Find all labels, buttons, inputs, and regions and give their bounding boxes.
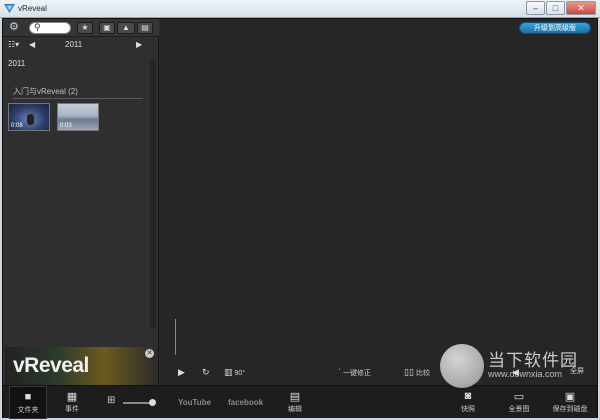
compare-icon: ▯▯ [404, 367, 414, 377]
rotate-90-label: 90° [234, 370, 246, 377]
window-title: vReveal [18, 4, 47, 13]
folders-label: 文件夹 [17, 407, 39, 414]
edit-icon: ▤ [289, 391, 301, 403]
timeline-marker [175, 319, 176, 355]
zoom-icon: ⊞ [107, 395, 116, 406]
folders-button[interactable]: ■ 文件夹 [9, 386, 47, 419]
video-thumbnail[interactable]: 0:03 [57, 103, 99, 131]
search-icon: ⚲ [34, 22, 41, 32]
star-filter-button[interactable]: ★ [77, 22, 93, 34]
compare-button[interactable]: ▯▯ 比较 [404, 367, 430, 379]
grid-icon: ▦ [66, 391, 78, 403]
watermark: 当下软件园 www.downxia.com [440, 340, 590, 400]
minimize-button[interactable]: – [526, 1, 545, 15]
brand-logo: vReveal [13, 354, 89, 377]
view-menu-icon[interactable]: ☷▾ [8, 40, 19, 49]
fix-icon: ˈ [338, 367, 341, 377]
video-thumbnail[interactable]: 0:08 [8, 103, 50, 131]
events-button[interactable]: ▦ 事件 [55, 386, 89, 419]
zoom-slider-handle[interactable] [149, 399, 156, 406]
maximize-button[interactable]: □ [546, 1, 565, 15]
film-icon: ▤ [141, 23, 149, 32]
snapshot-label: 快照 [461, 406, 475, 413]
close-button[interactable]: ✕ [566, 1, 596, 15]
library-scrollbar[interactable] [150, 59, 156, 329]
mountain-icon: ▲ [122, 23, 130, 32]
album-divider [13, 98, 143, 99]
play-button[interactable]: ▶ [178, 367, 187, 379]
vreveal-logo-icon [4, 4, 15, 13]
preview-area: 升级到高级版 ▶ ↻ ▥ 90° ˈ 一键修正 ▯▯ 比较 ◀ 全屏 [160, 19, 597, 385]
year-title: 2011 [65, 40, 83, 49]
rotate-button[interactable]: ↻ [202, 367, 212, 379]
upgrade-button[interactable]: 升级到高级版 [519, 22, 591, 34]
film-filter-button[interactable]: ▤ [137, 22, 153, 34]
panorama-label: 全景图 [508, 406, 530, 413]
folder-icon: ■ [24, 391, 32, 403]
play-icon: ▶ [178, 367, 185, 377]
next-year-button[interactable]: ▶ [136, 40, 142, 49]
window-titlebar: vReveal – □ ✕ [0, 0, 600, 18]
star-icon: ★ [81, 23, 89, 32]
one-click-fix-label: 一键修正 [343, 370, 371, 377]
edit-button[interactable]: ▤ 编辑 [279, 386, 311, 419]
library-panel: ⚙ ⚲ ★ ▣ ▲ ▤ ☷▾ ◀ 2011 ▶ 2011 入门与vReveal … [3, 19, 159, 385]
thumbnail-image [27, 114, 34, 125]
rotate-icon: ↻ [202, 367, 210, 377]
camera-icon: ▣ [103, 23, 111, 32]
window-controls: – □ ✕ [525, 1, 596, 15]
library-toolbar: ⚙ ⚲ ★ ▣ ▲ ▤ [3, 19, 159, 37]
close-banner-icon[interactable]: ✕ [145, 349, 154, 358]
camera-filter-button[interactable]: ▣ [99, 22, 115, 34]
rotate-90-icon: ▥ [224, 367, 233, 377]
youtube-share-button[interactable]: YouTube [178, 398, 211, 407]
thumbnail-duration: 0:03 [60, 123, 72, 129]
vreveal-brand-banner: vReveal ✕ [5, 347, 157, 385]
one-click-fix-button[interactable]: ˈ 一键修正 [338, 367, 371, 379]
watermark-logo-icon [440, 344, 484, 388]
rotate-90-button[interactable]: ▥ 90° [224, 367, 245, 379]
album-title[interactable]: 入门与vReveal (2) [13, 86, 78, 97]
gear-icon[interactable]: ⚙ [9, 22, 19, 33]
watermark-url: www.downxia.com [488, 369, 563, 379]
facebook-share-button[interactable]: facebook [228, 398, 263, 407]
compare-label: 比较 [415, 370, 430, 377]
events-label: 事件 [65, 406, 79, 413]
save-label: 保存到磁盘 [552, 406, 588, 413]
prev-year-button[interactable]: ◀ [29, 40, 35, 49]
edit-label: 编辑 [288, 406, 302, 413]
watermark-text: 当下软件园 [488, 351, 578, 370]
search-input[interactable]: ⚲ [29, 22, 71, 34]
year-label: 2011 [8, 59, 26, 68]
year-navigator: ☷▾ ◀ 2011 ▶ [3, 38, 159, 52]
scene-filter-button[interactable]: ▲ [117, 22, 135, 34]
thumbnail-duration: 0:08 [11, 123, 23, 129]
